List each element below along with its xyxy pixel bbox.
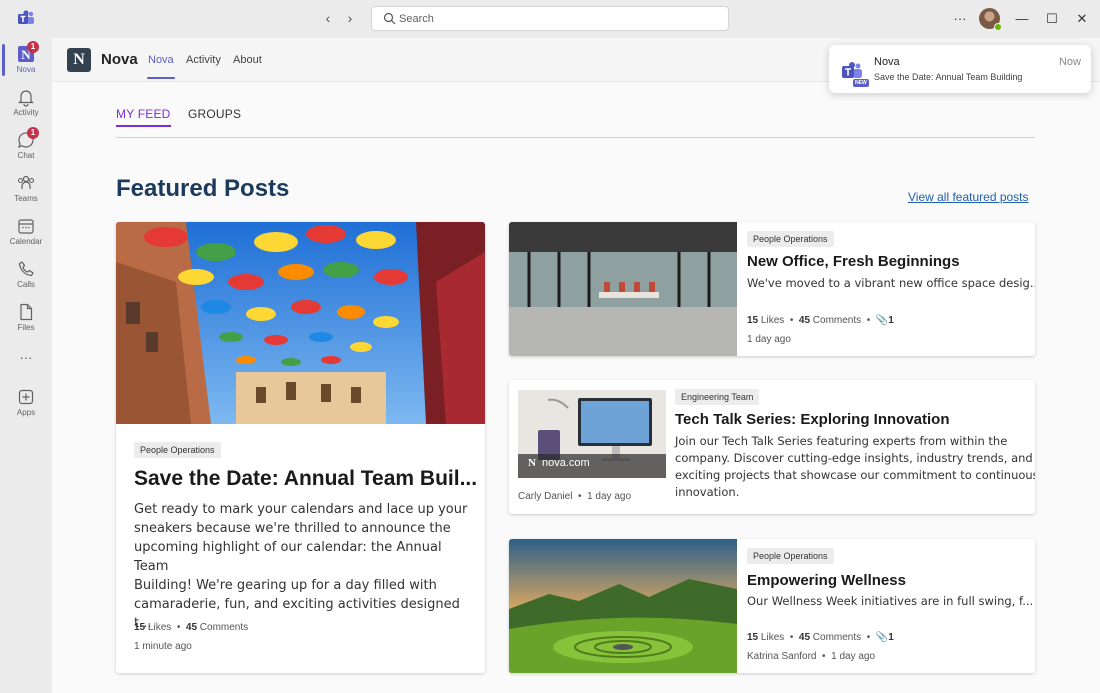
computer-image (518, 390, 666, 478)
toast-time: Now (1058, 56, 1081, 68)
rail-label: Calls (17, 280, 35, 289)
toast-app-name: Nova (874, 56, 900, 68)
notification-badge: 1 (27, 127, 39, 139)
post-tag: People Operations (747, 231, 834, 247)
tab-my-feed[interactable]: MY FEED (116, 107, 171, 127)
bell-icon (18, 90, 34, 107)
post-stats: 15 Likes • 45 Comments • 📎1 (747, 315, 894, 326)
rail-label: Chat (17, 151, 35, 160)
featured-post-card[interactable]: People Operations Save the Date: Annual … (116, 222, 485, 673)
rail-item-apps[interactable]: Apps (0, 383, 52, 425)
link-domain: nova.com (542, 457, 590, 469)
tab-activity[interactable]: Activity (186, 54, 221, 66)
rail-item-nova[interactable]: N 1 Nova (0, 40, 52, 82)
post-excerpt: Get ready to mark your calendars and lac… (134, 502, 468, 631)
rail-item-files[interactable]: Files (0, 298, 52, 340)
post-time: 1 day ago (831, 651, 876, 662)
calendar-icon (18, 219, 34, 234)
back-arrow-icon[interactable]: ‹ (320, 10, 336, 26)
post-tag: People Operations (747, 548, 834, 564)
search-input[interactable] (399, 10, 719, 28)
nova-logo: N (67, 48, 91, 72)
rail-label: Activity (13, 108, 39, 117)
tab-about[interactable]: About (233, 54, 262, 66)
tab-groups[interactable]: GROUPS (188, 107, 241, 121)
main-content: MY FEED GROUPS Featured Posts View all f… (52, 82, 1100, 693)
tab-nova[interactable]: Nova (147, 54, 175, 79)
divider (116, 137, 1035, 138)
app-name: Nova (101, 51, 138, 68)
post-time: 1 day ago (747, 334, 791, 345)
notification-toast[interactable]: NEW Nova Save the Date: Annual Team Buil… (829, 45, 1091, 93)
search-icon (383, 12, 396, 25)
avatar[interactable] (979, 8, 1002, 31)
post-tag: Engineering Team (675, 389, 760, 405)
rail-label: Calendar (9, 237, 43, 246)
file-icon (20, 303, 33, 321)
view-all-link[interactable]: View all featured posts (908, 190, 1029, 204)
rail-label: Teams (14, 194, 38, 203)
post-title: Empowering Wellness (747, 572, 906, 589)
close-button[interactable]: ✕ (1072, 9, 1092, 29)
post-time: 1 minute ago (134, 641, 192, 652)
umbrellas-image (116, 222, 485, 424)
rail-item-teams[interactable]: Teams (0, 169, 52, 211)
office-image (509, 222, 737, 356)
rail-item-activity[interactable]: Activity (0, 83, 52, 125)
phone-icon (18, 261, 34, 277)
new-badge: NEW (853, 79, 869, 87)
rail-item-calls[interactable]: Calls (0, 255, 52, 297)
post-stats: 15 Likes • 45 Comments (134, 622, 249, 633)
notification-badge: 1 (27, 41, 39, 53)
presence-available-icon (994, 23, 1002, 31)
rail-more-button[interactable]: ··· (0, 346, 52, 370)
app-rail: N 1 Nova Activity 1 Chat Teams Calendar … (0, 38, 52, 693)
post-author: Katrina Sanford (747, 651, 817, 662)
more-options-icon[interactable]: ··· (950, 9, 970, 29)
post-excerpt: Join our Tech Talk Series featuring expe… (675, 434, 1035, 499)
minimize-button[interactable]: — (1012, 9, 1032, 29)
post-excerpt: We've moved to a vibrant new office spac… (747, 276, 1035, 290)
post-excerpt: Our Wellness Week initiatives are in ful… (747, 594, 1034, 608)
teams-icon (17, 175, 35, 189)
post-card[interactable]: People Operations Empowering Wellness Ou… (509, 539, 1035, 673)
post-time: 1 day ago (587, 491, 632, 502)
maximize-button[interactable]: ☐ (1042, 9, 1062, 29)
post-title: Save the Date: Annual Team Buil... (134, 467, 478, 490)
post-author: Carly Daniel (518, 491, 573, 502)
nova-link-icon: N (528, 457, 536, 469)
add-apps-icon (18, 389, 34, 405)
rail-label: Nova (16, 65, 36, 74)
post-title: New Office, Fresh Beginnings (747, 253, 960, 270)
post-tag: People Operations (134, 442, 221, 458)
rail-item-chat[interactable]: 1 Chat (0, 126, 52, 168)
rail-item-calendar[interactable]: Calendar (0, 212, 52, 254)
wellness-landscape-image (509, 539, 737, 673)
post-byline: Carly Daniel • 1 day ago (518, 491, 632, 502)
teams-logo-icon (18, 10, 34, 24)
search-box[interactable] (371, 6, 729, 31)
section-title: Featured Posts (116, 175, 290, 202)
post-card[interactable]: N nova.com Engineering Team Tech Talk Se… (509, 380, 1035, 514)
post-title: Tech Talk Series: Exploring Innovation (675, 411, 950, 428)
forward-arrow-icon[interactable]: › (342, 10, 358, 26)
attachment-icon: 📎 (875, 632, 889, 643)
post-card[interactable]: People Operations New Office, Fresh Begi… (509, 222, 1035, 356)
rail-label: Files (17, 323, 35, 332)
more-apps-icon: ··· (19, 350, 33, 365)
attachment-icon: 📎 (875, 315, 889, 326)
post-stats: 15 Likes • 45 Comments • 📎1 (747, 632, 894, 643)
post-byline: Katrina Sanford • 1 day ago (747, 651, 876, 662)
title-bar: ‹ › ··· — ☐ ✕ (0, 0, 1100, 38)
toast-message: Save the Date: Annual Team Building (874, 72, 1023, 82)
rail-label: Apps (16, 408, 36, 417)
